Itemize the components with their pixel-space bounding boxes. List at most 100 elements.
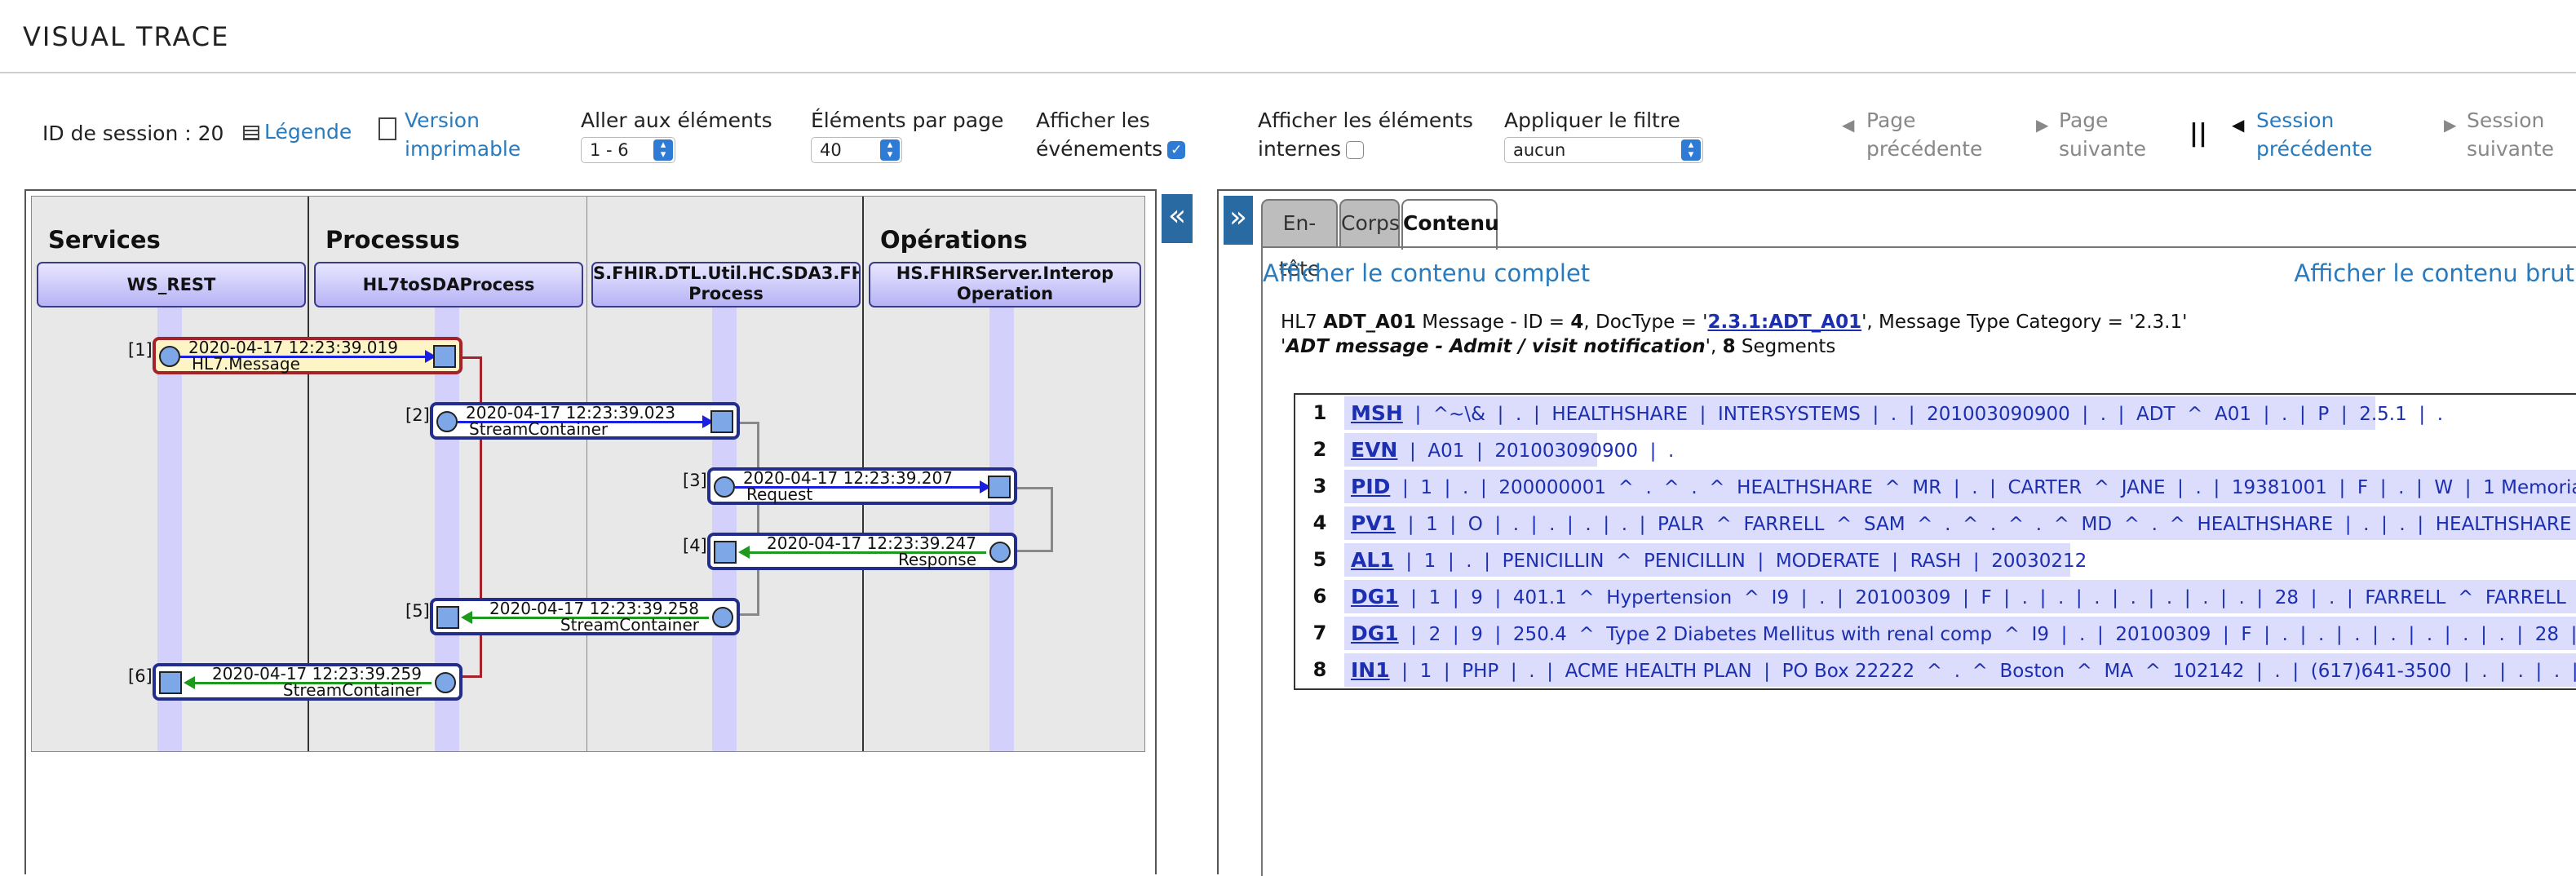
segment-fields[interactable]: | 1 | O | . | . | . | . | PALR ^ FARRELL… xyxy=(1408,514,2572,535)
source-circle-icon xyxy=(159,346,180,367)
filter-label: Appliquer le filtre xyxy=(1504,108,1680,132)
source-circle-icon xyxy=(712,607,733,628)
segment-row: 3 PID | 1 | . | 200000001 ^ . ^ . ^ HEAL… xyxy=(1295,468,2576,505)
segment-fields[interactable]: | A01 | 201003090900 | . xyxy=(1410,440,1674,462)
message-5[interactable]: 2020-04-17 12:23:39.258 StreamContainer xyxy=(430,598,740,635)
segment-row: 4 PV1 | 1 | O | . | . | . | . | PALR ^ F… xyxy=(1295,505,2576,542)
segment-fields[interactable]: | ^~\& | . | HEALTHSHARE | INTERSYSTEMS … xyxy=(1414,404,2443,425)
goto-items-label: Aller aux éléments xyxy=(581,108,772,132)
left-triangle-icon: ◀ xyxy=(1842,115,1855,135)
segment-name-link[interactable]: IN1 xyxy=(1351,658,1390,682)
segment-row: 7 DG1 | 2 | 9 | 250.4 ^ Type 2 Diabetes … xyxy=(1295,615,2576,652)
lane-fhir-process xyxy=(712,307,737,751)
segment-name-link[interactable]: DG1 xyxy=(1351,622,1399,645)
segment-fields[interactable]: | 1 | 9 | 401.1 ^ Hypertension ^ I9 | . … xyxy=(1410,587,2576,608)
host-ws-rest[interactable]: WS_REST xyxy=(37,262,306,307)
trace-panel: Services Processus Opérations WS_REST HL… xyxy=(24,189,1157,874)
show-internal-checkbox[interactable] xyxy=(1346,141,1365,159)
double-chevron-right-icon: » xyxy=(1228,201,1248,234)
per-page-select[interactable]: 40 ▴ ▾ xyxy=(811,137,902,163)
segment-name-link[interactable]: PV1 xyxy=(1351,511,1396,535)
show-internal-label-2: internes xyxy=(1258,137,1342,161)
doctype-link[interactable]: 2.3.1:ADT_A01 xyxy=(1708,312,1862,333)
arrow-head-icon xyxy=(738,546,750,559)
next-page-button[interactable]: ▶ Page suivante xyxy=(2034,106,2146,163)
show-events-label-2: événements xyxy=(1036,137,1163,161)
expand-panel-button[interactable]: » xyxy=(1224,196,1253,245)
host-fhir-server-operation[interactable]: HS.FHIRServer.Interop Operation xyxy=(869,262,1141,307)
message-index: [4] xyxy=(683,536,707,555)
message-1[interactable]: 2020-04-17 12:23:39.019 HL7.Message xyxy=(153,337,463,374)
session-id-label: ID de session : 20 xyxy=(42,122,224,145)
target-square-icon xyxy=(714,541,737,564)
message-6[interactable]: 2020-04-17 12:23:39.259 StreamContainer xyxy=(153,663,463,701)
column-header-processes: Processus xyxy=(325,226,460,254)
segment-name-link[interactable]: MSH xyxy=(1351,401,1403,425)
tab-header[interactable]: En-tête xyxy=(1261,199,1338,281)
segment-name-link[interactable]: AL1 xyxy=(1351,548,1394,572)
content-panel: En-tête Corps Contenu Afficher le conten… xyxy=(1217,189,2576,876)
segment-fields[interactable]: | 1 | PHP | . | ACME HEALTH PLAN | PO Bo… xyxy=(1401,661,2576,682)
message-index: [1] xyxy=(128,340,153,360)
arrow-head-icon xyxy=(184,676,195,689)
segment-row: 1 MSH | ^~\& | . | HEALTHSHARE | INTERSY… xyxy=(1295,395,2576,431)
next-session-button[interactable]: ▶ Session suivante xyxy=(2442,106,2554,163)
call-connector-2-5 xyxy=(738,422,759,616)
segment-fields[interactable]: | 1 | . | PENICILLIN ^ PENICILLIN | MODE… xyxy=(1405,551,2087,572)
target-square-icon xyxy=(159,671,182,694)
prev-session-button[interactable]: ◀ Session précédente xyxy=(2230,106,2372,163)
printable-line-1: Version xyxy=(405,108,480,132)
segment-fields[interactable]: | 1 | . | 200000001 ^ . ^ . ^ HEALTHSHAR… xyxy=(1402,477,2576,498)
show-events-checkbox[interactable]: ✓ xyxy=(1167,141,1186,159)
message-index: [6] xyxy=(128,666,153,686)
double-chevron-left-icon: « xyxy=(1167,199,1187,232)
target-square-icon xyxy=(436,606,459,629)
message-index: [5] xyxy=(405,601,430,621)
goto-items-control: Aller aux éléments 1 - 6 ▴ ▾ xyxy=(581,106,772,163)
title-bar: VISUAL TRACE xyxy=(0,0,2576,73)
tab-body[interactable]: Corps xyxy=(1339,199,1400,248)
per-page-control: Éléments par page 40 ▴ ▾ xyxy=(811,106,1003,163)
collapse-panel-button[interactable]: « xyxy=(1162,194,1193,243)
page-icon xyxy=(378,117,396,140)
show-events-control: Afficher les événements ✓ xyxy=(1036,106,1186,163)
tab-contents[interactable]: Contenu xyxy=(1401,199,1499,250)
message-header-line-2: 'ADT message - Admit / visit notificatio… xyxy=(1281,336,1836,357)
filter-control: Appliquer le filtre aucun ▴ ▾ xyxy=(1504,106,1703,163)
segment-row: 5 AL1 | 1 | . | PENICILLIN ^ PENICILLIN … xyxy=(1295,542,2576,578)
message-type: ADT_A01 xyxy=(1323,312,1416,333)
segment-fields[interactable]: | 2 | 9 | 250.4 ^ Type 2 Diabetes Mellit… xyxy=(1410,624,2576,645)
host-fhir-dtl-process[interactable]: S.FHIR.DTL.Util.HC.SDA3.FHIR Process xyxy=(591,262,861,307)
message-header-line-1: HL7 ADT_A01 Message - ID = 4, DocType = … xyxy=(1281,312,2188,333)
host-hl7tosda-process[interactable]: HL7toSDAProcess xyxy=(314,262,583,307)
target-square-icon xyxy=(710,410,733,433)
filter-select[interactable]: aucun ▴ ▾ xyxy=(1504,137,1703,163)
show-raw-content-link[interactable]: Afficher le contenu brut xyxy=(2294,259,2574,287)
source-circle-icon xyxy=(989,542,1011,563)
source-circle-icon xyxy=(436,411,458,432)
column-header-services: Services xyxy=(48,226,161,254)
right-triangle-icon: ▶ xyxy=(2444,115,2457,135)
message-2[interactable]: 2020-04-17 12:23:39.023 StreamContainer xyxy=(430,402,740,440)
content-body: Afficher le contenu complet Afficher le … xyxy=(1261,246,2576,876)
target-square-icon xyxy=(988,476,1011,498)
goto-items-select[interactable]: 1 - 6 ▴ ▾ xyxy=(581,137,675,163)
printable-version-link[interactable]: Version imprimable xyxy=(377,106,520,163)
legend-link[interactable]: Légende xyxy=(243,117,352,146)
segment-name-link[interactable]: PID xyxy=(1351,475,1390,498)
arrow-head-icon xyxy=(461,611,472,624)
segment-name-link[interactable]: DG1 xyxy=(1351,585,1399,608)
per-page-label: Éléments par page xyxy=(811,108,1004,132)
message-4[interactable]: 2020-04-17 12:23:39.247 Response xyxy=(707,533,1017,570)
select-arrows-icon: ▴ ▾ xyxy=(653,139,673,161)
prev-page-button[interactable]: ◀ Page précédente xyxy=(1840,106,1982,163)
show-internal-label-1: Afficher les éléments xyxy=(1258,108,1473,132)
select-arrows-icon: ▴ ▾ xyxy=(1681,139,1701,161)
segment-name-link[interactable]: EVN xyxy=(1351,438,1397,462)
nav-separator: || xyxy=(2189,119,2207,148)
sequence-diagram: Services Processus Opérations WS_REST HL… xyxy=(31,196,1145,752)
segment-table: 1 MSH | ^~\& | . | HEALTHSHARE | INTERSY… xyxy=(1294,393,2576,690)
show-full-content-link[interactable]: Afficher le contenu complet xyxy=(1263,259,1590,287)
host-separator xyxy=(586,197,587,751)
message-3[interactable]: 2020-04-17 12:23:39.207 Request xyxy=(707,467,1017,505)
